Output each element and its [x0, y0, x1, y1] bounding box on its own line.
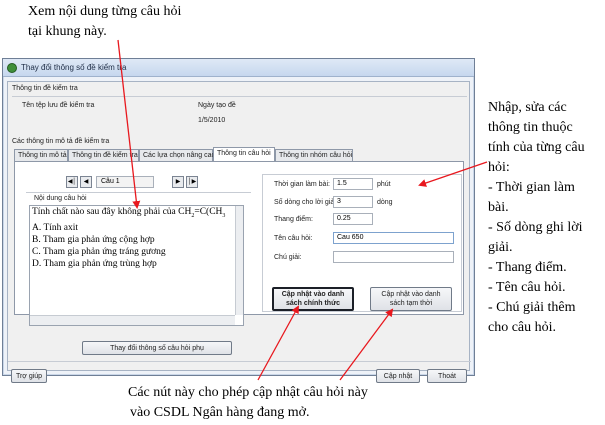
score-label: Thang điểm: [274, 216, 313, 223]
callout-line: Xem nội dung từng câu hỏi [28, 4, 182, 19]
horizontal-scrollbar[interactable] [30, 315, 235, 325]
info-group-label: Thông tin đề kiểm tra [12, 85, 78, 92]
time-field[interactable]: 1.5 [333, 178, 373, 190]
tab-description[interactable]: Thông tin mô tả [14, 149, 68, 161]
question-line: D. Tham gia phản ứng trùng hợp [32, 258, 157, 269]
callout-edit-attributes: Nhập, sửa các thông tin thuộc tính của t… [488, 98, 603, 338]
group-divider [12, 96, 467, 97]
lines-label: Số dòng cho lời giải: [274, 199, 338, 206]
last-question-button[interactable]: │▶ [186, 176, 198, 188]
question-name-field[interactable]: Cau 650 [333, 232, 454, 244]
skip-last-icon: │▶ [187, 179, 197, 185]
callout-line: Các nút này cho phép cập nhật câu hỏi nà… [128, 385, 368, 400]
dialog-window: Thay đổi thông số đề kiểm tra Thông tin … [2, 58, 475, 383]
next-icon: ▶ [175, 179, 181, 185]
callout-line: cho câu hỏi. [488, 320, 557, 335]
callout-line: Nhập, sửa các [488, 100, 567, 115]
first-question-button[interactable]: ◀│ [66, 176, 78, 188]
note-label: Chú giải: [274, 254, 302, 261]
callout-line: tính của từng câu [488, 140, 585, 155]
question-content-editor[interactable]: Tính chất nào sau đây không phải của CH2… [29, 205, 244, 326]
callout-line: tại khung này. [28, 24, 107, 39]
update-button[interactable]: Cập nhật [376, 369, 420, 383]
help-button[interactable]: Trợ giúp [11, 369, 47, 383]
tab-question-info[interactable]: Thông tin câu hỏi [213, 147, 275, 161]
lines-field[interactable]: 3 [333, 196, 373, 208]
date-value: 1/5/2010 [198, 117, 226, 124]
desc-group-label: Các thông tin mô tả đề kiểm tra [12, 138, 110, 145]
file-name-label: Tên tệp lưu đề kiểm tra [22, 102, 95, 109]
callout-view-content: Xem nội dung từng câu hỏi tại khung này. [28, 2, 198, 42]
prev-question-button[interactable]: ◀ [80, 176, 92, 188]
dialog-client-area: Thông tin đề kiểm tra Tên tệp lưu đề kiể… [7, 81, 471, 383]
time-unit: phút [377, 181, 391, 188]
callout-line: hỏi: [488, 160, 510, 175]
lines-unit: dòng [377, 199, 393, 206]
footer-divider [8, 361, 471, 362]
update-temporary-list-button[interactable]: Cập nhật vào danh sách tạm thời [370, 287, 452, 311]
change-sub-question-button[interactable]: Thay đổi thông số câu hỏi phụ [82, 341, 232, 355]
note-field[interactable] [333, 251, 454, 263]
prev-icon: ◀ [83, 179, 89, 185]
update-official-list-button[interactable]: Cập nhật vào danh sách chính thức [272, 287, 354, 311]
title-bar[interactable]: Thay đổi thông số đề kiểm tra [3, 59, 474, 77]
date-label: Ngày tạo đề [198, 102, 236, 109]
window-title: Thay đổi thông số đề kiểm tra [21, 63, 127, 72]
vertical-scrollbar[interactable] [235, 206, 243, 315]
app-icon [7, 63, 17, 73]
button-label: Cập nhật vào danh [281, 291, 345, 298]
callout-line: bài. [488, 200, 509, 215]
tab-test-info[interactable]: Thông tin đề kiểm tra [68, 149, 139, 161]
question-line: Tính chất nào sau đây không phải của CH2… [32, 207, 226, 219]
question-line: B. Tham gia phản ứng cộng hợp [32, 234, 155, 245]
next-question-button[interactable]: ▶ [172, 176, 184, 188]
callout-line: vào CSDL Ngân hàng đang mở. [130, 405, 310, 420]
tab-question-group-info[interactable]: Thông tin nhóm câu hỏi [275, 149, 353, 161]
content-label: Nội dung câu hỏi [34, 195, 87, 202]
question-line: C. Tham gia phản ứng tráng gương [32, 246, 166, 257]
button-label: sách chính thức [285, 300, 341, 307]
tab-advanced-options[interactable]: Các lựa chọn nâng cao [139, 149, 215, 161]
button-label: sách tạm thời [389, 300, 433, 307]
button-label: Cập nhật vào danh [381, 291, 441, 298]
callout-line: - Thang điểm. [488, 260, 567, 275]
group-divider [26, 192, 251, 193]
callout-update-buttons: Các nút này cho phép cập nhật câu hỏi nà… [128, 383, 458, 423]
callout-line: - Số dòng ghi lời [488, 220, 583, 235]
score-field[interactable]: 0.25 [333, 213, 373, 225]
skip-first-icon: ◀│ [67, 179, 77, 185]
question-name-label: Tên câu hỏi: [274, 235, 313, 242]
callout-line: thông tin thuộc [488, 120, 573, 135]
exit-button[interactable]: Thoát [427, 369, 467, 383]
callout-line: - Thời gian làm [488, 180, 575, 195]
question-selector[interactable]: Câu 1 [96, 176, 154, 188]
callout-line: - Chú giải thêm [488, 300, 576, 315]
callout-line: - Tên câu hỏi. [488, 280, 566, 295]
callout-line: giải. [488, 240, 513, 255]
question-line: A. Tính axit [32, 222, 79, 233]
time-label: Thời gian làm bài: [274, 181, 330, 188]
